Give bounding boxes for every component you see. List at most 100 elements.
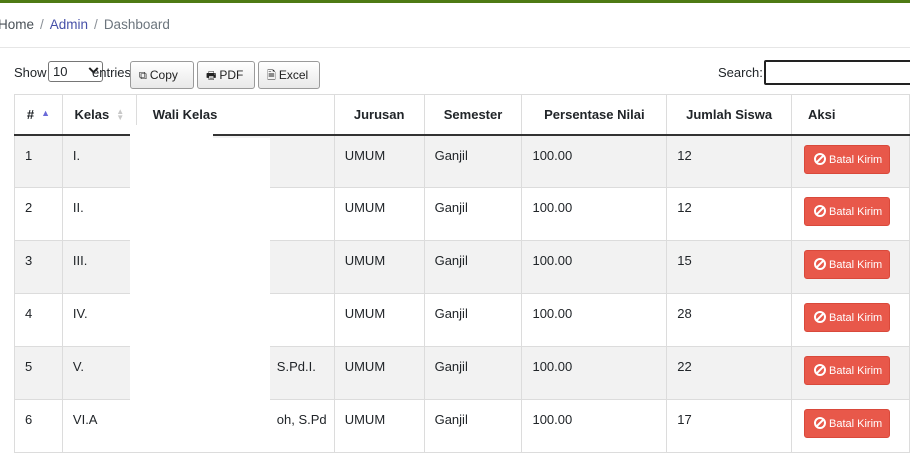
cell-jurusan: UMUM <box>333 293 425 347</box>
column-header-kelas[interactable]: Kelas ▲ ▼ <box>61 94 137 136</box>
ban-icon <box>814 205 826 217</box>
column-header-label: Aksi <box>808 106 836 122</box>
cell-semester: Ganjil <box>423 187 523 241</box>
column-header-label: Persentase Nilai <box>544 106 645 122</box>
sort-ascending-icon: ▲ <box>41 107 51 118</box>
cell-aksi: Batal Kirim <box>791 240 910 294</box>
search-label: Search: <box>718 65 763 80</box>
copy-button[interactable]: ⧉ Copy <box>130 61 194 89</box>
entries-select-value: 10 <box>53 64 68 79</box>
redacted-area <box>130 138 270 452</box>
cell-kelas: III. <box>61 240 137 294</box>
cell-aksi: Batal Kirim <box>791 346 910 400</box>
breadcrumb-admin[interactable]: Admin <box>50 17 88 32</box>
batal-kirim-label: Batal Kirim <box>829 153 883 166</box>
cell-kelas: II. <box>61 187 137 241</box>
breadcrumb: Home / Admin / Dashboard <box>0 17 170 32</box>
cell-jumlah-siswa: 22 <box>666 346 792 400</box>
cell-jumlah-siswa: 15 <box>666 240 792 294</box>
cell-jurusan: UMUM <box>333 346 425 400</box>
column-header-label: # <box>26 106 35 122</box>
cell-persentase-nilai: 100.00 <box>521 240 668 294</box>
breadcrumb-separator: / <box>40 17 44 32</box>
batal-kirim-button[interactable]: Batal Kirim <box>804 250 890 279</box>
search-input[interactable] <box>764 60 910 85</box>
cell-aksi: Batal Kirim <box>791 187 910 241</box>
breadcrumb-current: Dashboard <box>103 17 170 32</box>
divider <box>0 47 910 48</box>
cell-jumlah-siswa: 12 <box>666 134 792 188</box>
column-header-semester[interactable]: Semester <box>423 94 523 136</box>
batal-kirim-button[interactable]: Batal Kirim <box>804 144 890 174</box>
cell-semester: Ganjil <box>423 293 523 347</box>
column-header-label: Semester <box>443 106 503 122</box>
cell-semester: Ganjil <box>423 399 523 453</box>
cell-number: 1 <box>14 134 63 188</box>
column-header-label: Jurusan <box>353 106 405 122</box>
batal-kirim-label: Batal Kirim <box>829 312 883 324</box>
cell-persentase-nilai: 100.00 <box>521 187 668 241</box>
redacted-area <box>130 125 213 139</box>
batal-kirim-label: Batal Kirim <box>829 259 883 271</box>
cell-semester: Ganjil <box>423 134 523 188</box>
table-controls: Show 10 entries ⧉ Copy 🖶 PDF 🗎 Excel Search… <box>14 60 910 90</box>
cell-jurusan: UMUM <box>333 187 425 241</box>
cell-aksi: Batal Kirim <box>791 293 910 347</box>
column-header-jurusan[interactable]: Jurusan <box>333 94 425 136</box>
breadcrumb-separator: / <box>94 17 98 32</box>
print-icon: 🖶 <box>206 70 217 82</box>
excel-button[interactable]: 🗎 Excel <box>258 61 320 89</box>
column-header-jumlah-siswa[interactable]: Jumlah Siswa <box>666 94 792 136</box>
batal-kirim-button[interactable]: Batal Kirim <box>804 356 890 385</box>
cell-jurusan: UMUM <box>333 134 425 188</box>
cell-jumlah-siswa: 12 <box>666 187 792 241</box>
batal-kirim-label: Batal Kirim <box>829 206 883 218</box>
cell-jurusan: UMUM <box>333 399 425 453</box>
batal-kirim-button[interactable]: Batal Kirim <box>804 303 890 332</box>
file-icon: 🗎 <box>267 70 276 82</box>
cell-number: 2 <box>14 187 63 241</box>
copy-button-label: Copy <box>149 68 178 82</box>
cell-persentase-nilai: 100.00 <box>521 134 668 188</box>
cell-jumlah-siswa: 28 <box>666 293 792 347</box>
ban-icon <box>814 258 826 270</box>
cell-number: 4 <box>14 293 63 347</box>
sort-icon: ▲ ▼ <box>116 107 125 123</box>
cell-number: 3 <box>14 240 63 294</box>
cell-semester: Ganjil <box>423 240 523 294</box>
column-header-label: Kelas <box>74 106 110 122</box>
ban-icon <box>814 364 826 376</box>
copy-icon: ⧉ <box>139 70 147 82</box>
batal-kirim-label: Batal Kirim <box>829 418 883 430</box>
column-header-persentase-nilai[interactable]: Persentase Nilai <box>521 94 668 136</box>
cell-kelas: I. <box>61 134 137 188</box>
cell-persentase-nilai: 100.00 <box>521 399 668 453</box>
column-header-aksi: Aksi <box>791 94 910 136</box>
batal-kirim-button[interactable]: Batal Kirim <box>804 197 890 226</box>
cell-kelas: VI.A <box>61 399 137 453</box>
ban-icon <box>814 417 826 429</box>
cell-aksi: Batal Kirim <box>791 134 910 188</box>
pdf-button[interactable]: 🖶 PDF <box>197 61 255 89</box>
top-accent-bar <box>0 0 910 3</box>
pdf-button-label: PDF <box>219 68 244 82</box>
cell-number: 6 <box>14 399 63 453</box>
cell-semester: Ganjil <box>423 346 523 400</box>
cell-persentase-nilai: 100.00 <box>521 346 668 400</box>
cell-jumlah-siswa: 17 <box>666 399 792 453</box>
cell-kelas: IV. <box>61 293 137 347</box>
breadcrumb-home[interactable]: Home <box>0 17 34 32</box>
cell-persentase-nilai: 100.00 <box>521 293 668 347</box>
batal-kirim-button[interactable]: Batal Kirim <box>804 409 890 438</box>
excel-button-label: Excel <box>278 68 309 82</box>
cell-jurusan: UMUM <box>333 240 425 294</box>
show-label: Show <box>14 65 47 80</box>
cell-number: 5 <box>14 346 63 400</box>
column-header-number[interactable]: # ▲ <box>14 94 63 136</box>
ban-icon <box>814 152 826 165</box>
entries-label: entries <box>92 65 132 80</box>
batal-kirim-label: Batal Kirim <box>829 365 883 377</box>
column-header-label: Wali Kelas <box>152 106 218 122</box>
cell-kelas: V. <box>61 346 137 400</box>
cell-aksi: Batal Kirim <box>791 399 910 453</box>
